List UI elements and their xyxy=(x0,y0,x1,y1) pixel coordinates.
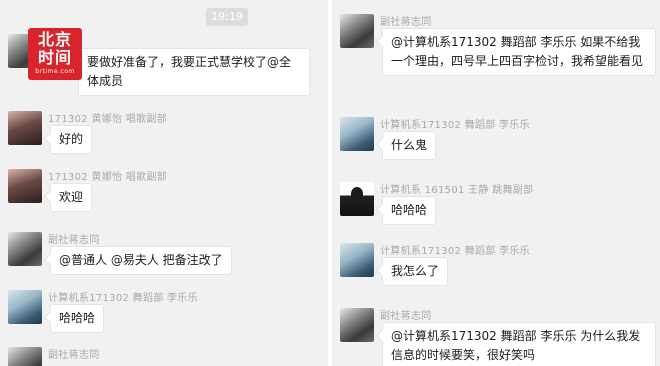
watermark-logo: 北京 时间 brtime.com xyxy=(28,28,82,80)
message-bubble[interactable]: 哈哈哈 xyxy=(382,196,437,225)
avatar[interactable] xyxy=(8,111,42,145)
avatar[interactable] xyxy=(340,182,374,216)
avatar[interactable] xyxy=(340,117,374,151)
sender-name: 副社蒋志同 xyxy=(48,350,100,361)
sender-name: 计算机系171302 舞蹈部 李乐乐 xyxy=(380,246,530,257)
sender-name: 171302 黄娜怡 唱歌副部 xyxy=(48,172,168,183)
avatar[interactable] xyxy=(340,243,374,277)
sender-name: 计算机系 161501 王静 跳舞副部 xyxy=(380,185,534,196)
message-bubble[interactable]: @计算机系171302 舞蹈部 李乐乐 如果不给我一个理由，四号早上四百字检讨，… xyxy=(382,28,656,76)
sender-name: 计算机系171302 舞蹈部 李乐乐 xyxy=(48,293,198,304)
chat-panel-left: 19:19 要做好准备了，我要正式慧学校了@全体成员 171302 黄娜怡 唱歌… xyxy=(0,0,328,366)
avatar[interactable] xyxy=(8,347,42,366)
message-bubble[interactable]: 好的 xyxy=(50,125,93,154)
message-bubble[interactable]: @计算机系171302 舞蹈部 李乐乐 为什么我发信息的时候要笑，很好笑吗 xyxy=(382,322,656,366)
avatar[interactable] xyxy=(340,14,374,48)
message-bubble[interactable]: 我怎么了 xyxy=(382,257,449,286)
sender-name: 171302 黄娜怡 唱歌副部 xyxy=(48,114,168,125)
timestamp-badge: 19:19 xyxy=(206,8,248,26)
message-bubble[interactable]: 欢迎 xyxy=(50,183,93,212)
avatar[interactable] xyxy=(8,290,42,324)
avatar[interactable] xyxy=(340,308,374,342)
avatar[interactable] xyxy=(8,232,42,266)
message-bubble[interactable]: 哈哈哈 xyxy=(50,304,105,333)
sender-name: 计算机系171302 舞蹈部 李乐乐 xyxy=(380,120,530,131)
message-bubble[interactable]: @普通人 @易夫人 把备注改了 xyxy=(50,246,232,275)
message-bubble[interactable]: 要做好准备了，我要正式慧学校了@全体成员 xyxy=(78,48,310,96)
avatar[interactable] xyxy=(8,169,42,203)
sender-name: 副社蒋志同 xyxy=(380,311,432,322)
message-bubble[interactable]: 什么鬼 xyxy=(382,131,437,160)
chat-panel-right: 副社蒋志同 @计算机系171302 舞蹈部 李乐乐 如果不给我一个理由，四号早上… xyxy=(332,0,660,366)
sender-name: 副社蒋志同 xyxy=(380,17,432,28)
sender-name: 副社蒋志同 xyxy=(48,235,100,246)
